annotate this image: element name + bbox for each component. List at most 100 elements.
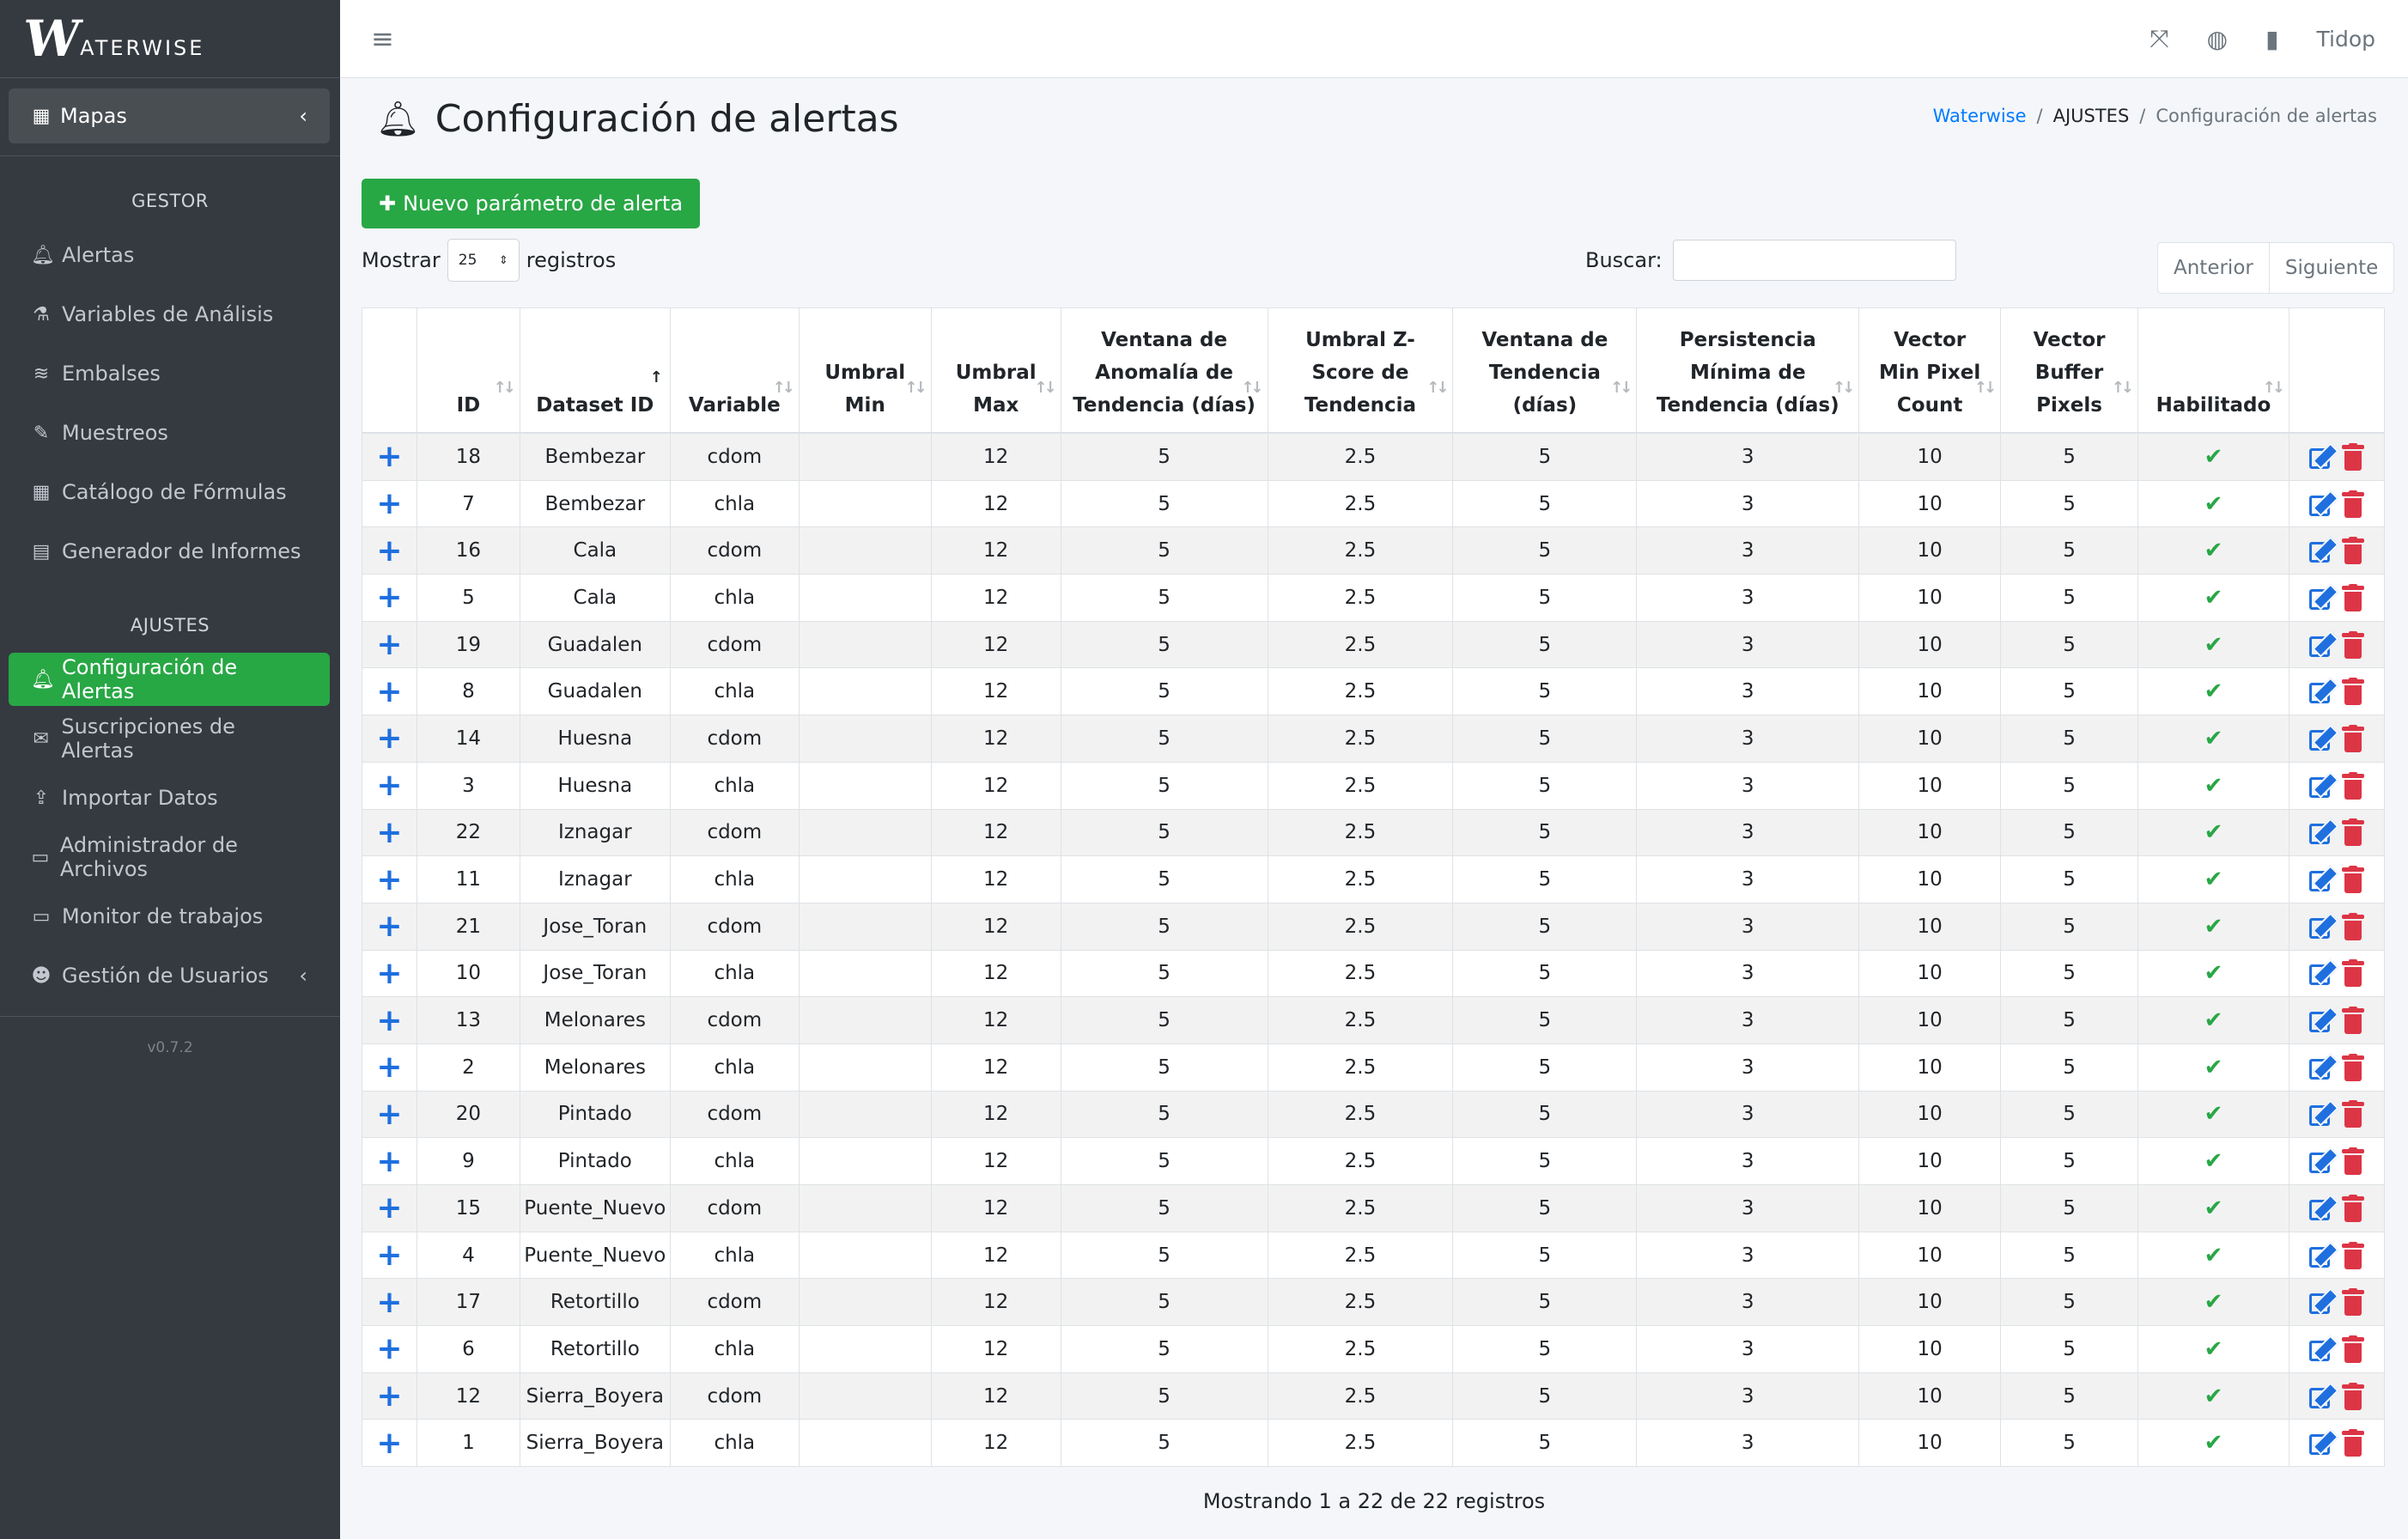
expand-row-icon[interactable]: + bbox=[376, 1238, 402, 1273]
column-header[interactable]: Ventana de Tendencia (días) ↑↓ bbox=[1452, 307, 1638, 434]
table-row[interactable]: +9 Pintado chla 12 5 2.5 5 3 10 5 ✔ bbox=[362, 1137, 2386, 1185]
trash-icon[interactable] bbox=[2341, 537, 2364, 565]
edit-icon[interactable] bbox=[2308, 818, 2339, 846]
edit-icon[interactable] bbox=[2308, 677, 2339, 705]
edit-icon[interactable] bbox=[2308, 724, 2339, 752]
trash-icon[interactable] bbox=[2341, 866, 2364, 894]
trash-icon[interactable] bbox=[2341, 1241, 2364, 1269]
expand-row-icon[interactable]: + bbox=[376, 1331, 402, 1366]
table-row[interactable]: +22 Iznagar cdom 12 5 2.5 5 3 10 5 ✔ bbox=[362, 808, 2386, 857]
sidebar-item-importar-datos[interactable]: ⇪ Importar Datos bbox=[9, 771, 330, 824]
table-row[interactable]: +6 Retortillo chla 12 5 2.5 5 3 10 5 ✔ bbox=[362, 1325, 2386, 1373]
expand-row-icon[interactable]: + bbox=[376, 768, 402, 803]
expand-row-icon[interactable]: + bbox=[376, 533, 402, 569]
column-header[interactable]: Habilitado ↑↓ bbox=[2137, 307, 2289, 434]
trash-icon[interactable] bbox=[2341, 1335, 2364, 1363]
table-row[interactable]: +17 Retortillo cdom 12 5 2.5 5 3 10 5 ✔ bbox=[362, 1278, 2386, 1327]
column-header[interactable]: Vector Buffer Pixels ↑↓ bbox=[2000, 307, 2138, 434]
table-row[interactable]: +3 Huesna chla 12 5 2.5 5 3 10 5 ✔ bbox=[362, 761, 2386, 810]
edit-icon[interactable] bbox=[2308, 442, 2339, 471]
edit-icon[interactable] bbox=[2308, 1006, 2339, 1034]
sidebar-item-variables-de-análisis[interactable]: ⚗ Variables de Análisis bbox=[9, 288, 330, 341]
edit-icon[interactable] bbox=[2308, 1053, 2339, 1081]
table-row[interactable]: +15 Puente_Nuevo cdom 12 5 2.5 5 3 10 5 ✔ bbox=[362, 1184, 2386, 1232]
next-page-button[interactable]: Siguiente bbox=[2268, 243, 2393, 293]
trash-icon[interactable] bbox=[2341, 1147, 2364, 1176]
table-row[interactable]: +20 Pintado cdom 12 5 2.5 5 3 10 5 ✔ bbox=[362, 1090, 2386, 1139]
trash-icon[interactable] bbox=[2341, 1429, 2364, 1457]
edit-icon[interactable] bbox=[2308, 1382, 2339, 1410]
edit-icon[interactable] bbox=[2308, 1194, 2339, 1222]
table-row[interactable]: +12 Sierra_Boyera cdom 12 5 2.5 5 3 10 5 ✔ bbox=[362, 1372, 2386, 1420]
sidebar-item-suscripciones-de-alertas[interactable]: ✉ Suscripciones de Alertas bbox=[9, 712, 330, 765]
expand-row-icon[interactable]: + bbox=[376, 486, 402, 521]
trash-icon[interactable] bbox=[2341, 1382, 2364, 1410]
edit-icon[interactable] bbox=[2308, 958, 2339, 987]
trash-icon[interactable] bbox=[2341, 1194, 2364, 1222]
table-row[interactable]: +7 Bembezar chla 12 5 2.5 5 3 10 5 ✔ bbox=[362, 479, 2386, 528]
table-row[interactable]: +4 Puente_Nuevo chla 12 5 2.5 5 3 10 5 ✔ bbox=[362, 1231, 2386, 1280]
trash-icon[interactable] bbox=[2341, 442, 2364, 471]
table-row[interactable]: +19 Guadalen cdom 12 5 2.5 5 3 10 5 ✔ bbox=[362, 620, 2386, 669]
hamburger-menu-icon[interactable]: ≡ bbox=[371, 22, 394, 55]
trash-icon[interactable] bbox=[2341, 959, 2364, 988]
expand-row-icon[interactable]: + bbox=[376, 1378, 402, 1414]
table-row[interactable]: +10 Jose_Toran chla 12 5 2.5 5 3 10 5 ✔ bbox=[362, 949, 2386, 998]
edit-icon[interactable] bbox=[2308, 1428, 2339, 1457]
trash-icon[interactable] bbox=[2341, 1007, 2364, 1035]
column-header[interactable]: Ventana de Anomalía de Tendencia (días) ↑↓ bbox=[1060, 307, 1268, 434]
sidebar-item-administrador-de-archivos[interactable]: ▭ Administrador de Archivos bbox=[9, 830, 330, 884]
sidebar-item-muestreos[interactable]: ✎ Muestreos bbox=[9, 406, 330, 459]
edit-icon[interactable] bbox=[2308, 771, 2339, 800]
waterwise-logo[interactable]: W ATERWISE bbox=[20, 9, 204, 68]
expand-row-icon[interactable]: + bbox=[376, 1144, 402, 1179]
table-row[interactable]: +2 Melonares chla 12 5 2.5 5 3 10 5 ✔ bbox=[362, 1043, 2386, 1092]
expand-row-icon[interactable]: + bbox=[376, 815, 402, 850]
sidebar-item-catálogo-de-fórmulas[interactable]: ▦ Catálogo de Fórmulas bbox=[9, 465, 330, 519]
expand-row-icon[interactable]: + bbox=[376, 674, 402, 709]
table-row[interactable]: +5 Cala chla 12 5 2.5 5 3 10 5 ✔ bbox=[362, 574, 2386, 622]
table-row[interactable]: +18 Bembezar cdom 12 5 2.5 5 3 10 5 ✔ bbox=[362, 432, 2386, 481]
trash-icon[interactable] bbox=[2341, 490, 2364, 518]
expand-row-icon[interactable]: + bbox=[376, 721, 402, 756]
sidebar-item-gestión-de-usuarios[interactable]: ☻ Gestión de Usuarios ‹ bbox=[9, 949, 330, 1002]
column-header[interactable]: Umbral Min ↑↓ bbox=[798, 307, 932, 434]
trash-icon[interactable] bbox=[2341, 630, 2364, 659]
edit-icon[interactable] bbox=[2308, 865, 2339, 893]
trash-icon[interactable] bbox=[2341, 724, 2364, 752]
fullscreen-icon[interactable]: ⤧ bbox=[2150, 24, 2168, 53]
trash-icon[interactable] bbox=[2341, 1053, 2364, 1081]
sidebar-item-monitor-de-trabajos[interactable]: ▭ Monitor de trabajos bbox=[9, 890, 330, 943]
trash-icon[interactable] bbox=[2341, 583, 2364, 611]
search-input[interactable] bbox=[1672, 240, 1956, 281]
table-row[interactable]: +14 Huesna cdom 12 5 2.5 5 3 10 5 ✔ bbox=[362, 715, 2386, 763]
previous-page-button[interactable]: Anterior bbox=[2158, 243, 2269, 293]
globe-icon[interactable]: ◍ bbox=[2207, 25, 2228, 53]
edit-icon[interactable] bbox=[2308, 489, 2339, 518]
breadcrumb-home-link[interactable]: Waterwise bbox=[1933, 106, 2027, 126]
edit-icon[interactable] bbox=[2308, 536, 2339, 564]
trash-icon[interactable] bbox=[2341, 912, 2364, 940]
edit-icon[interactable] bbox=[2308, 1287, 2339, 1316]
expand-row-icon[interactable]: + bbox=[376, 627, 402, 662]
trash-icon[interactable] bbox=[2341, 1288, 2364, 1317]
sidebar-item-alertas[interactable]: 🔔︎ Alertas bbox=[9, 228, 330, 282]
sidebar-item-configuración-de-alertas[interactable]: 🔔︎ Configuración de Alertas bbox=[9, 653, 330, 706]
edit-icon[interactable] bbox=[2308, 630, 2339, 659]
expand-row-icon[interactable]: + bbox=[376, 1003, 402, 1038]
column-header[interactable]: Dataset ID ↑ bbox=[519, 307, 671, 434]
trash-icon[interactable] bbox=[2341, 818, 2364, 847]
edit-icon[interactable] bbox=[2308, 912, 2339, 940]
table-row[interactable]: +13 Melonares cdom 12 5 2.5 5 3 10 5 ✔ bbox=[362, 996, 2386, 1044]
book-icon[interactable]: ▮ bbox=[2265, 25, 2278, 53]
edit-icon[interactable] bbox=[2308, 583, 2339, 611]
column-header[interactable]: Umbral Z- Score de Tendencia ↑↓ bbox=[1267, 307, 1454, 434]
expand-row-icon[interactable]: + bbox=[376, 439, 402, 474]
sidebar-item-mapas[interactable]: ▦ Mapas ‹ bbox=[9, 88, 330, 143]
trash-icon[interactable] bbox=[2341, 771, 2364, 800]
sidebar-item-generador-de-informes[interactable]: ▤ Generador de Informes bbox=[9, 525, 330, 578]
column-header[interactable]: ID ↑↓ bbox=[416, 307, 520, 434]
column-header[interactable]: Vector Min Pixel Count ↑↓ bbox=[1858, 307, 2002, 434]
page-length-select[interactable]: 25 ⇕ bbox=[447, 239, 520, 282]
table-row[interactable]: +21 Jose_Toran cdom 12 5 2.5 5 3 10 5 ✔ bbox=[362, 902, 2386, 951]
